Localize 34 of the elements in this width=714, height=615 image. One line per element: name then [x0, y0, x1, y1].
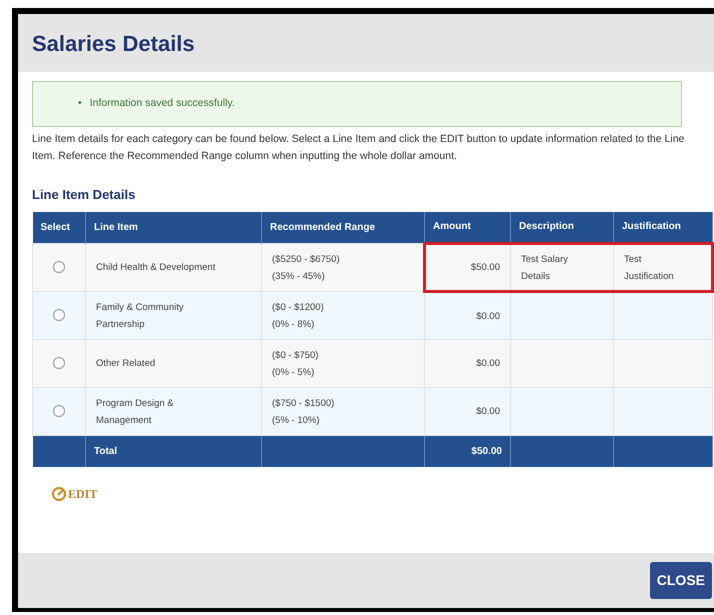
amount-text: $0.00 [476, 357, 500, 371]
close-button[interactable]: CLOSE [650, 562, 712, 599]
alert-message: Information saved successfully. [90, 96, 235, 112]
column-header: Justification [614, 212, 712, 244]
range-text: ($750 - $1500) [272, 396, 336, 410]
range-text: ($5250 - $6750) [272, 252, 341, 266]
radio-button[interactable] [53, 404, 65, 417]
range-text: (5% - 10%) [272, 414, 321, 428]
range-text: (0% - 5%) [272, 366, 316, 380]
amount-text: $0.00 [476, 310, 500, 324]
radio-button[interactable] [53, 356, 65, 369]
total-amount: $50.00 [471, 446, 502, 457]
intro-text: Line Item details for each category can be found below. Select a Line Item and click the EDIT button to update information related to the Line Item. Reference the Recommended Range column when inputting the whole dollar amount. [32, 132, 686, 164]
column-header: Amount [424, 212, 510, 244]
line-item-name: Family & Community Partnership [96, 300, 185, 332]
line-item-name: Other Related [96, 357, 156, 371]
radio-button[interactable] [53, 260, 65, 273]
column-header: Description [510, 212, 614, 244]
line-item-name: Program Design & Management [96, 396, 175, 428]
range-text: ($0 - $750) [272, 348, 320, 362]
amount-text: $0.00 [476, 405, 500, 419]
edit-icon [52, 486, 66, 500]
description-text: Test Salary Details [521, 252, 569, 284]
bullet-mark: • [78, 96, 82, 112]
dialog-title: Salaries Details [32, 30, 195, 58]
justification-text: Test Justification [624, 252, 675, 284]
line-item-name: Child Health & Development [96, 261, 216, 275]
range-text: (35% - 45%) [272, 270, 326, 284]
section-title: Line Item Details [32, 186, 136, 204]
range-text: (0% - 8%) [272, 318, 316, 332]
amount-text: $50.00 [470, 261, 500, 275]
total-label: Total [94, 446, 118, 457]
radio-button[interactable] [53, 308, 65, 321]
range-text: ($0 - $1200) [272, 300, 325, 314]
